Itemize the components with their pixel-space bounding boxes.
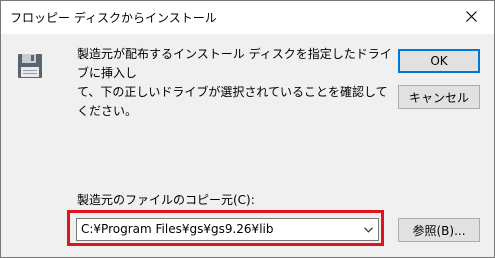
close-icon — [465, 11, 477, 22]
dropdown-button[interactable] — [361, 221, 375, 238]
title-bar: フロッピー ディスクからインストール — [1, 1, 494, 34]
close-button[interactable] — [448, 1, 494, 32]
install-from-disk-dialog: フロッピー ディスクからインストール 製造元が配布するインストール ディスクを指… — [0, 0, 495, 258]
chevron-down-icon — [363, 226, 373, 233]
floppy-disk-icon — [18, 54, 42, 78]
cancel-button[interactable]: キャンセル — [398, 85, 480, 109]
instruction-message: 製造元が配布するインストール ディスクを指定したドライブに挿入し て、下の正しい… — [77, 47, 392, 118]
source-path-combobox[interactable]: C:¥Program Files¥gs¥gs9.26¥lib — [76, 218, 379, 241]
source-label: 製造元のファイルのコピー元(C): — [77, 193, 255, 207]
source-path-value[interactable]: C:¥Program Files¥gs¥gs9.26¥lib — [81, 222, 273, 236]
browse-button[interactable]: 参照(B)... — [398, 218, 480, 242]
dialog-title: フロッピー ディスクからインストール — [10, 11, 217, 25]
ok-button[interactable]: OK — [398, 49, 480, 73]
